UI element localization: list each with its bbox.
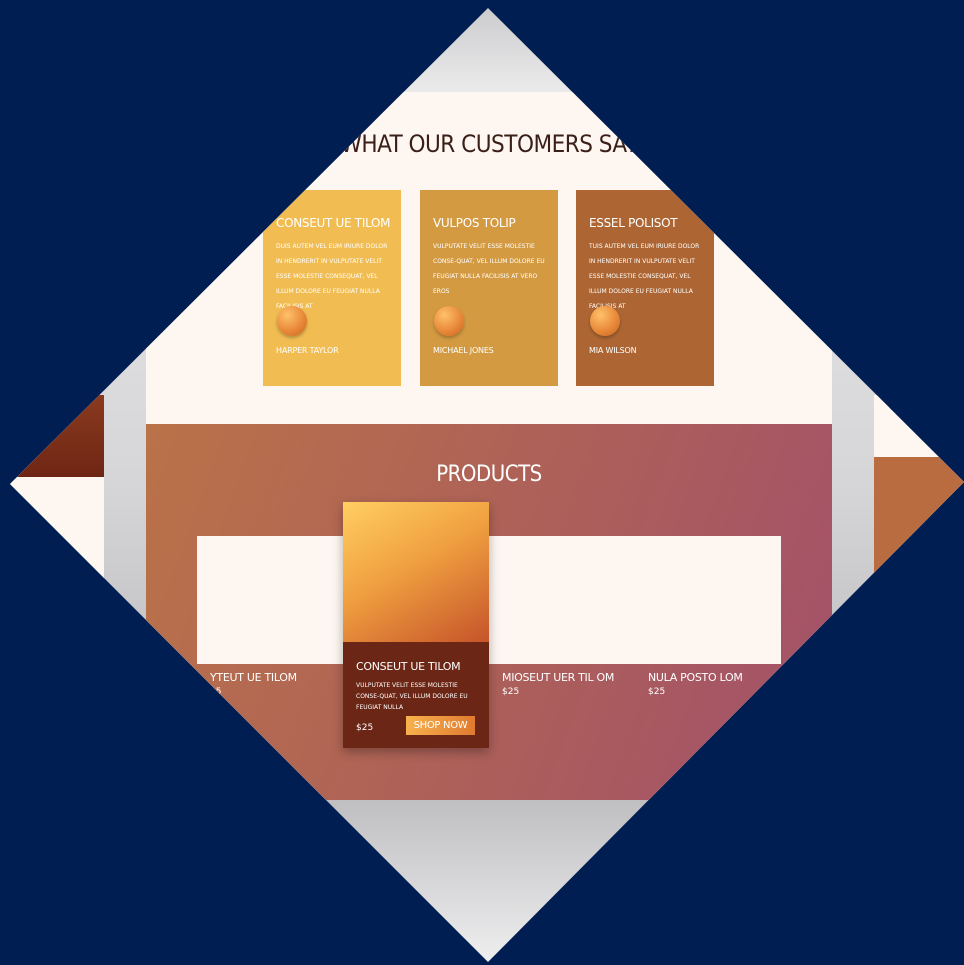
product-name: CONSEUT UE TILOM [356, 660, 461, 673]
avatar [277, 306, 307, 336]
product-image [343, 502, 489, 642]
testimonial-text: VULPUTATE VELIT ESSE MOLESTIE CONSE-QUAT… [433, 243, 545, 295]
product-name: YTEUT UE TILOM [210, 671, 297, 684]
product-price: 25 [210, 687, 222, 697]
testimonial-text: TUIS AUTEM VEL EUM IRIURE DOLOR IN HENDR… [589, 243, 700, 310]
product-description: VULPUTATE VELIT ESSE MOLESTIE CONSE-QUAT… [356, 682, 468, 711]
testimonial-name: ESSEL POLISOT [589, 216, 678, 230]
customers-section-title: WHAT OUR CUSTOMERS SAY [340, 130, 638, 158]
product-price: $25 [502, 687, 520, 697]
products-section: PRODUCTS YTEUT UE TILOM 25 MIOSEUT UER T… [146, 424, 832, 800]
product-name: NULA POSTO LOM [648, 671, 743, 684]
left-edge-dark-band [10, 395, 104, 477]
testimonial-name: VULPOS TOLIP [433, 216, 516, 230]
left-edge-section [10, 395, 104, 595]
shop-now-button[interactable]: SHOP NOW [406, 716, 475, 735]
diamond-frame: WHAT OUR CUSTOMERS SAY CONSEUT UE TILOM … [10, 8, 964, 962]
right-edge-warm-band [874, 457, 964, 597]
testimonial-author: MICHAEL JONES [433, 346, 494, 355]
product-item[interactable]: MIOSEUT UER TIL OM $25 [502, 671, 614, 697]
testimonial-author: MIA WILSON [589, 346, 637, 355]
website-page: WHAT OUR CUSTOMERS SAY CONSEUT UE TILOM … [146, 92, 832, 800]
product-price: $25 [648, 687, 666, 697]
avatar [434, 306, 464, 336]
featured-product-card[interactable]: CONSEUT UE TILOM VULPUTATE VELIT ESSE MO… [343, 502, 489, 748]
product-images-strip [197, 536, 781, 664]
right-edge-section [874, 395, 964, 597]
testimonial-text: DUIS AUTEM VEL EUM IRIURE DOLOR IN HENDR… [276, 243, 388, 310]
testimonial-card: VULPOS TOLIP VULPUTATE VELIT ESSE MOLEST… [420, 190, 558, 386]
testimonial-card: ESSEL POLISOT TUIS AUTEM VEL EUM IRIURE … [576, 190, 714, 386]
avatar [590, 306, 620, 336]
product-price: $25 [356, 723, 374, 733]
product-item[interactable]: NULA POSTO LOM $25 [648, 671, 743, 697]
product-name: MIOSEUT UER TIL OM [502, 671, 615, 684]
testimonial-card: CONSEUT UE TILOM DUIS AUTEM VEL EUM IRIU… [263, 190, 401, 386]
testimonial-author: HARPER TAYLOR [276, 346, 339, 355]
products-section-title: PRODUCTS [436, 462, 542, 487]
product-item[interactable]: YTEUT UE TILOM 25 [210, 671, 297, 697]
testimonial-name: CONSEUT UE TILOM [276, 216, 391, 230]
